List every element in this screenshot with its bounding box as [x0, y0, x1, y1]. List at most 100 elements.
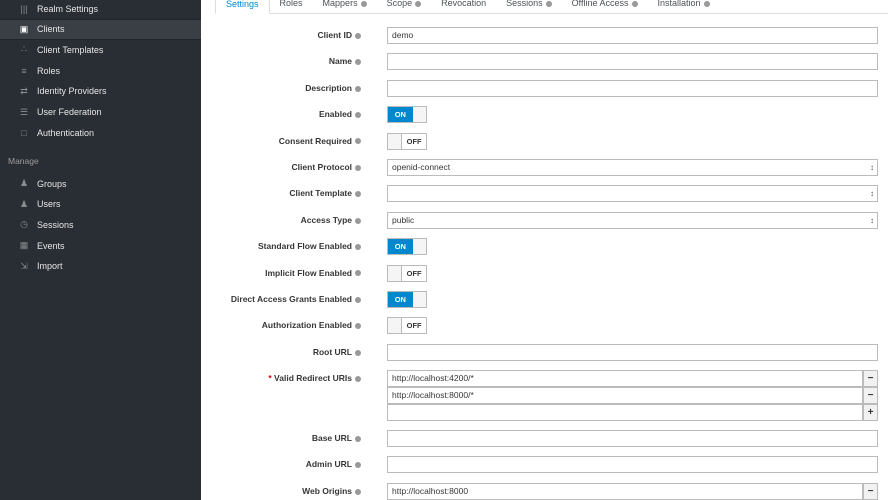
enabled-toggle[interactable]: ON	[387, 106, 427, 124]
valid-redirect-uris-input[interactable]: http://localhost:4200/*	[387, 370, 863, 388]
toggle-knob	[412, 107, 426, 123]
remove-uri-button[interactable]: −	[863, 482, 878, 500]
help-icon[interactable]	[355, 217, 361, 224]
base-url-label-text: Base URL	[311, 433, 352, 443]
valid-redirect-uris-input[interactable]: http://localhost:8000/*	[387, 386, 863, 404]
import-icon: ⇲	[20, 260, 28, 271]
authorization-enabled-label-text: Authorization Enabled	[261, 320, 352, 331]
client-id-input[interactable]: demo	[387, 27, 878, 44]
help-icon[interactable]	[355, 375, 361, 382]
base-url-label: Base URL	[161, 430, 361, 447]
toggle-state: OFF	[401, 265, 426, 281]
tab-sessions[interactable]: Sessions	[496, 0, 562, 14]
sidebar-item-label: Client Templates	[37, 44, 104, 55]
help-icon[interactable]	[355, 191, 361, 198]
direct-access-grants-enabled-toggle[interactable]: ON	[387, 291, 427, 308]
help-icon[interactable]	[355, 164, 361, 171]
help-icon[interactable]	[631, 0, 638, 7]
description-label-text: Description	[305, 82, 352, 93]
help-icon[interactable]	[355, 296, 361, 303]
tab-roles[interactable]: Roles	[270, 0, 313, 14]
toggle-knob	[388, 265, 402, 281]
valid-redirect-uris-label-text: Valid Redirect URIs	[274, 373, 352, 384]
remove-uri-button[interactable]: −	[863, 370, 878, 388]
client-protocol-label: Client Protocol	[161, 159, 361, 176]
tab-label: Sessions	[506, 0, 543, 8]
tab-label: Installation	[657, 0, 701, 8]
enabled-label: Enabled	[161, 106, 361, 123]
help-icon[interactable]	[355, 488, 361, 495]
authorization-enabled-toggle[interactable]: OFF	[387, 317, 427, 335]
base-url-input[interactable]	[387, 430, 878, 447]
tab-offline-access[interactable]: Offline Access	[562, 0, 648, 14]
manage-section-label: Manage	[8, 156, 39, 166]
client-protocol-select[interactable]: openid-connect	[387, 159, 878, 176]
sidebar-item-label: Groups	[37, 178, 67, 189]
help-icon[interactable]	[355, 323, 361, 330]
admin-url-input[interactable]	[387, 456, 878, 474]
tab-revocation[interactable]: Revocation	[431, 0, 496, 14]
tab-scope[interactable]: Scope	[377, 0, 432, 14]
help-icon[interactable]	[355, 85, 361, 92]
help-icon[interactable]	[355, 59, 361, 66]
implicit-flow-enabled-toggle[interactable]: OFF	[387, 264, 427, 282]
root-url-label-text: Root URL	[312, 346, 352, 357]
sliders-icon: |||	[20, 3, 28, 14]
remove-uri-button[interactable]: −	[863, 386, 878, 404]
root-url-input[interactable]	[387, 343, 878, 361]
sidebar-item-label: Users	[37, 199, 61, 210]
toggle-state: ON	[388, 107, 413, 123]
help-icon[interactable]	[545, 0, 552, 7]
consent-required-toggle[interactable]: OFF	[387, 132, 427, 150]
help-icon[interactable]	[355, 462, 361, 469]
help-icon[interactable]	[703, 0, 710, 7]
sidebar-item-realm-settings[interactable]: ||| Realm Settings	[0, 0, 201, 19]
toggle-knob	[388, 133, 402, 149]
consent-required-label-text: Consent Required	[278, 135, 352, 146]
help-icon[interactable]	[415, 0, 422, 7]
cube-icon: ▣	[19, 23, 29, 34]
name-input[interactable]	[387, 53, 878, 71]
direct-access-grants-enabled-label-text: Direct Access Grants Enabled	[230, 294, 352, 304]
tab-label: Mappers	[322, 0, 358, 8]
help-icon[interactable]	[355, 138, 361, 145]
toggle-knob	[412, 292, 426, 307]
client-template-select[interactable]	[387, 185, 878, 203]
help-icon[interactable]	[355, 349, 361, 356]
standard-flow-enabled-label-text: Standard Flow Enabled	[258, 241, 352, 252]
toggle-knob	[412, 239, 426, 255]
description-input[interactable]	[387, 79, 878, 97]
user-icon: ♟	[19, 198, 29, 209]
web-origins-input[interactable]: http://localhost:8000	[387, 482, 863, 500]
client-id-label-text: Client ID	[317, 30, 352, 40]
valid-redirect-uris-input[interactable]	[387, 403, 863, 421]
help-icon[interactable]	[355, 32, 361, 39]
admin-url-label-text: Admin URL	[305, 459, 352, 470]
help-icon[interactable]	[355, 111, 361, 118]
help-icon[interactable]	[360, 0, 367, 7]
help-icon[interactable]	[355, 270, 361, 277]
groups-icon: ♟	[19, 178, 29, 188]
access-type-label: Access Type	[161, 212, 361, 229]
toggle-state: ON	[388, 292, 413, 307]
name-label-text: Name	[328, 56, 352, 67]
help-icon[interactable]	[355, 435, 361, 442]
root-url-label: Root URL	[161, 344, 361, 361]
main-content: Settings Roles Mappers Scope Revocation Sessi…	[201, 0, 888, 500]
sidebar-item-label: Import	[37, 261, 63, 272]
add-uri-button[interactable]: +	[863, 403, 878, 421]
standard-flow-enabled-toggle[interactable]: ON	[387, 238, 427, 256]
tab-settings[interactable]: Settings	[215, 0, 270, 14]
help-icon[interactable]	[355, 243, 361, 250]
tab-mappers[interactable]: Mappers	[313, 0, 377, 14]
tab-label: Settings	[226, 0, 259, 9]
access-type-select[interactable]: public	[387, 211, 878, 229]
exchange-icon: ⇄	[20, 85, 28, 96]
tab-installation[interactable]: Installation	[648, 0, 720, 14]
authorization-enabled-label: Authorization Enabled	[161, 317, 361, 334]
toggle-state: OFF	[401, 133, 426, 149]
sidebar-item-label: Roles	[37, 65, 61, 76]
access-type-label-text: Access Type	[300, 214, 352, 225]
toggle-state: OFF	[401, 318, 426, 334]
client-id-label: Client ID	[161, 27, 361, 44]
